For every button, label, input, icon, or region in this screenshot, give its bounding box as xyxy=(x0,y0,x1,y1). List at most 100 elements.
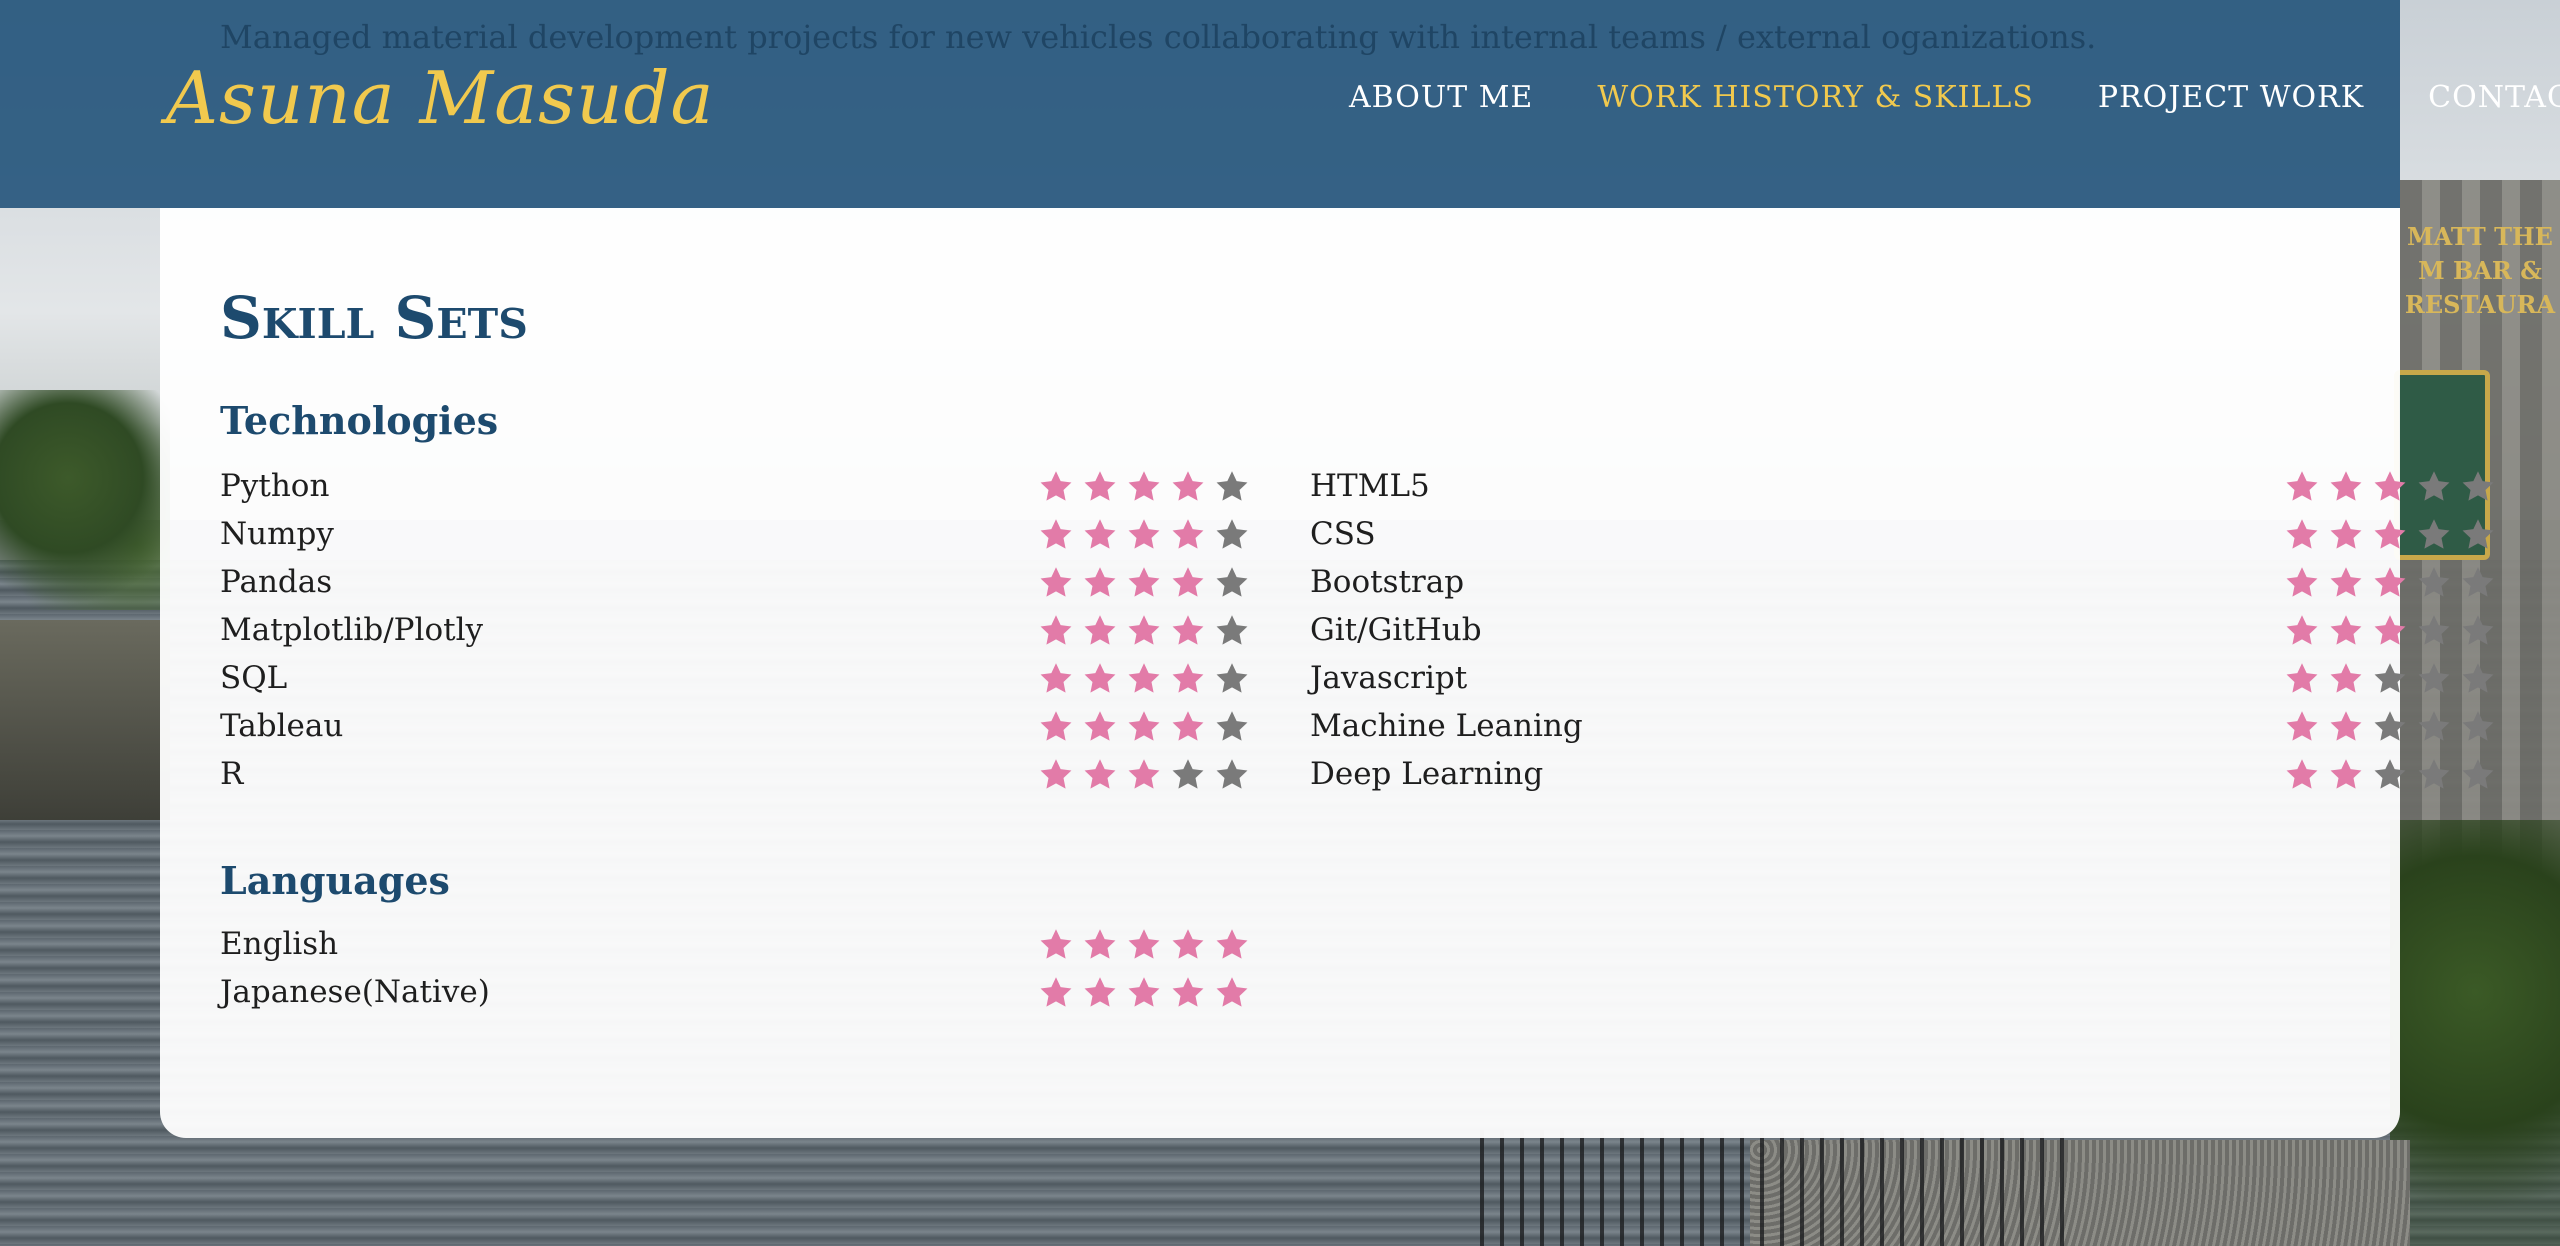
background-trees xyxy=(0,390,170,610)
star-filled-icon xyxy=(1082,975,1126,1019)
star-empty-icon xyxy=(1170,757,1214,801)
star-empty-icon xyxy=(2460,709,2504,753)
star-filled-icon xyxy=(2284,661,2328,705)
star-empty-icon xyxy=(2416,661,2460,705)
star-filled-icon xyxy=(1038,517,1082,561)
star-filled-icon xyxy=(1214,927,1258,971)
star-filled-icon xyxy=(1082,469,1126,513)
skill-rating xyxy=(2284,661,2504,705)
skill-rating xyxy=(2284,613,2504,657)
star-empty-icon xyxy=(1214,709,1258,753)
skill-row: CSS xyxy=(1310,514,2494,562)
star-filled-icon xyxy=(2328,517,2372,561)
skill-row: Matplotlib/Plotly xyxy=(220,610,1270,658)
skill-name: SQL xyxy=(220,660,288,696)
star-empty-icon xyxy=(2372,661,2416,705)
skill-rating xyxy=(1038,757,1258,801)
skill-name: R xyxy=(220,756,244,792)
star-filled-icon xyxy=(2284,709,2328,753)
skill-rating xyxy=(2284,517,2504,561)
star-filled-icon xyxy=(1170,975,1214,1019)
skill-rating xyxy=(1038,469,1258,513)
skill-name: Pandas xyxy=(220,564,333,600)
star-empty-icon xyxy=(2416,565,2460,609)
skill-name: HTML5 xyxy=(1310,468,1430,504)
skill-row: R xyxy=(220,754,1270,802)
star-filled-icon xyxy=(2372,517,2416,561)
star-filled-icon xyxy=(1126,975,1170,1019)
skill-rating xyxy=(2284,709,2504,753)
star-empty-icon xyxy=(2416,757,2460,801)
section-title: Skill Sets xyxy=(220,284,528,352)
star-filled-icon xyxy=(2328,661,2372,705)
star-empty-icon xyxy=(2416,709,2460,753)
star-empty-icon xyxy=(1214,661,1258,705)
nav-work-history-skills[interactable]: WORK HISTORY & SKILLS xyxy=(1597,80,2034,115)
skill-name: Git/GitHub xyxy=(1310,612,1482,648)
nav-about-me[interactable]: ABOUT ME xyxy=(1349,80,1533,115)
star-empty-icon xyxy=(1214,469,1258,513)
main-nav: ABOUT ME WORK HISTORY & SKILLS PROJECT W… xyxy=(1349,80,2560,115)
site-logo[interactable]: Asuna Masuda xyxy=(166,56,714,140)
skill-row: Javascript xyxy=(1310,658,2494,706)
skills-card: Skill Sets Technologies Python Numpy Panda… xyxy=(160,208,2494,1138)
star-empty-icon xyxy=(2460,469,2504,513)
star-empty-icon xyxy=(2460,757,2504,801)
skill-row: Pandas xyxy=(220,562,1270,610)
site-header: Managed material development projects fo… xyxy=(0,0,2560,208)
technologies-heading: Technologies xyxy=(220,398,499,443)
skill-name: Javascript xyxy=(1310,660,1468,696)
star-filled-icon xyxy=(1038,709,1082,753)
star-filled-icon xyxy=(1082,757,1126,801)
star-filled-icon xyxy=(1038,661,1082,705)
star-filled-icon xyxy=(1170,565,1214,609)
star-filled-icon xyxy=(1126,469,1170,513)
star-filled-icon xyxy=(1082,661,1126,705)
skill-row: HTML5 xyxy=(1310,466,2494,514)
star-filled-icon xyxy=(1126,757,1170,801)
star-empty-icon xyxy=(2416,613,2460,657)
star-filled-icon xyxy=(2284,757,2328,801)
nav-contact[interactable]: CONTACT xyxy=(2428,80,2560,115)
skill-rating xyxy=(1038,975,1258,1019)
star-filled-icon xyxy=(1082,927,1126,971)
skill-row: Japanese(Native) xyxy=(220,972,1270,1020)
star-filled-icon xyxy=(2328,613,2372,657)
skill-name: English xyxy=(220,926,339,962)
skill-name: Bootstrap xyxy=(1310,564,1465,600)
skill-rating xyxy=(2284,565,2504,609)
star-filled-icon xyxy=(1038,469,1082,513)
skill-rating xyxy=(2284,469,2504,513)
star-filled-icon xyxy=(2328,565,2372,609)
background-ivy xyxy=(2390,820,2560,1246)
skill-rating xyxy=(2284,757,2504,801)
star-filled-icon xyxy=(1038,613,1082,657)
background-railing xyxy=(1480,1130,2080,1246)
star-empty-icon xyxy=(2460,517,2504,561)
star-filled-icon xyxy=(1038,927,1082,971)
skill-name: CSS xyxy=(1310,516,1376,552)
skill-rating xyxy=(1038,613,1258,657)
skill-row: Machine Leaning xyxy=(1310,706,2494,754)
nav-project-work[interactable]: PROJECT WORK xyxy=(2098,80,2364,115)
star-filled-icon xyxy=(2328,469,2372,513)
star-filled-icon xyxy=(1126,565,1170,609)
background-riverbank xyxy=(0,620,170,820)
star-filled-icon xyxy=(1126,517,1170,561)
star-filled-icon xyxy=(1170,927,1214,971)
star-empty-icon xyxy=(2460,613,2504,657)
star-filled-icon xyxy=(1214,975,1258,1019)
skill-name: Machine Leaning xyxy=(1310,708,1583,744)
skill-name: Matplotlib/Plotly xyxy=(220,612,484,648)
star-empty-icon xyxy=(1214,565,1258,609)
languages-list: English Japanese(Native) xyxy=(220,924,1270,1020)
skill-rating xyxy=(1038,927,1258,971)
star-empty-icon xyxy=(2372,709,2416,753)
skill-row: Bootstrap xyxy=(1310,562,2494,610)
star-filled-icon xyxy=(2284,469,2328,513)
star-filled-icon xyxy=(2372,469,2416,513)
star-filled-icon xyxy=(2284,613,2328,657)
star-filled-icon xyxy=(1082,565,1126,609)
star-filled-icon xyxy=(1038,565,1082,609)
skill-row: English xyxy=(220,924,1270,972)
